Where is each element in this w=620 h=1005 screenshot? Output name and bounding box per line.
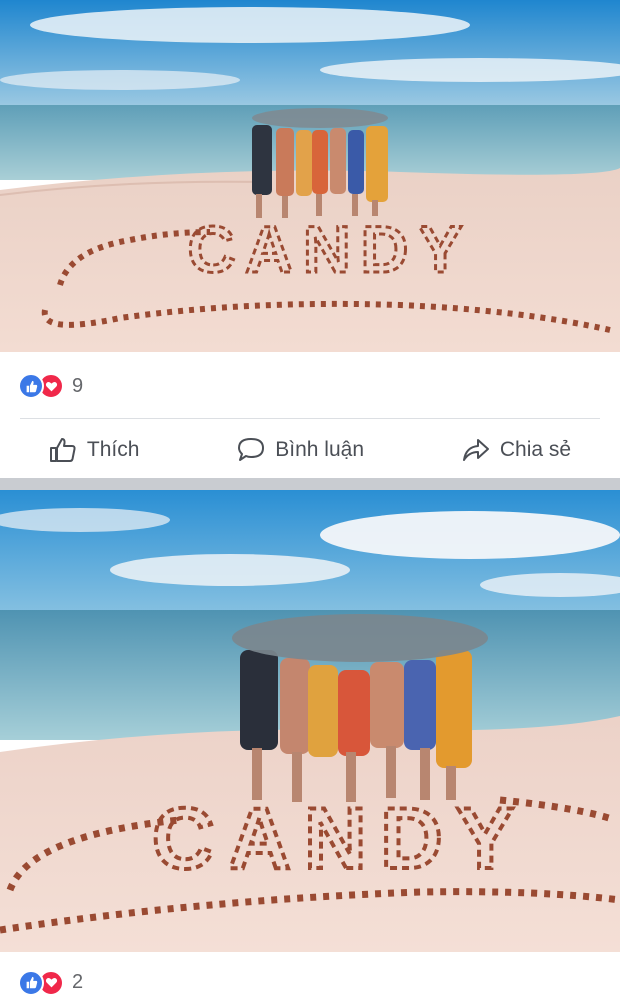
thumbs-up-icon — [49, 438, 76, 462]
reaction-count[interactable]: 2 — [72, 971, 83, 994]
comment-label: Bình luận — [275, 438, 365, 461]
reaction-count[interactable]: 9 — [72, 375, 83, 398]
post-1-action-bar: Thích Bình luận Chia sẻ — [0, 422, 620, 478]
post-separator — [0, 478, 620, 490]
like-icon — [18, 969, 44, 996]
divider — [20, 418, 600, 419]
sand-text: CANDY — [188, 212, 473, 286]
share-label: Chia sẻ — [499, 438, 572, 461]
reaction-icons — [18, 373, 64, 399]
reaction-icons — [18, 969, 64, 996]
share-button[interactable]: Chia sẻ — [462, 437, 571, 463]
sand-text: CANDY — [152, 791, 528, 887]
post-1-photo[interactable]: CANDY — [0, 0, 620, 352]
like-button[interactable]: Thích — [49, 437, 140, 463]
post-2-photo[interactable]: CANDY — [0, 490, 620, 952]
comment-icon — [238, 438, 265, 461]
comment-button[interactable]: Bình luận — [237, 437, 364, 463]
post-1-reactions-bar[interactable]: 9 — [0, 356, 620, 416]
post-2-reactions-bar[interactable]: 2 — [0, 960, 620, 1005]
like-label: Thích — [86, 438, 140, 461]
like-icon — [18, 373, 44, 399]
share-icon — [462, 439, 489, 461]
